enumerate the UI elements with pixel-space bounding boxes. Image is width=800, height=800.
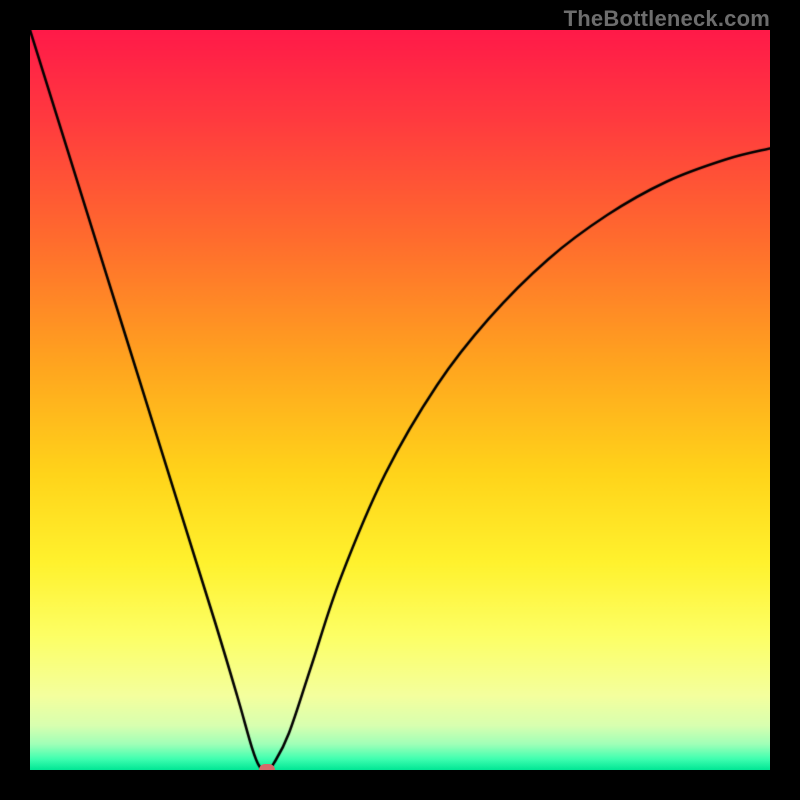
bottleneck-curve	[30, 30, 770, 770]
watermark-text: TheBottleneck.com	[564, 6, 770, 32]
plot-area	[30, 30, 770, 770]
chart-frame: TheBottleneck.com	[0, 0, 800, 800]
minimum-marker	[259, 764, 275, 770]
